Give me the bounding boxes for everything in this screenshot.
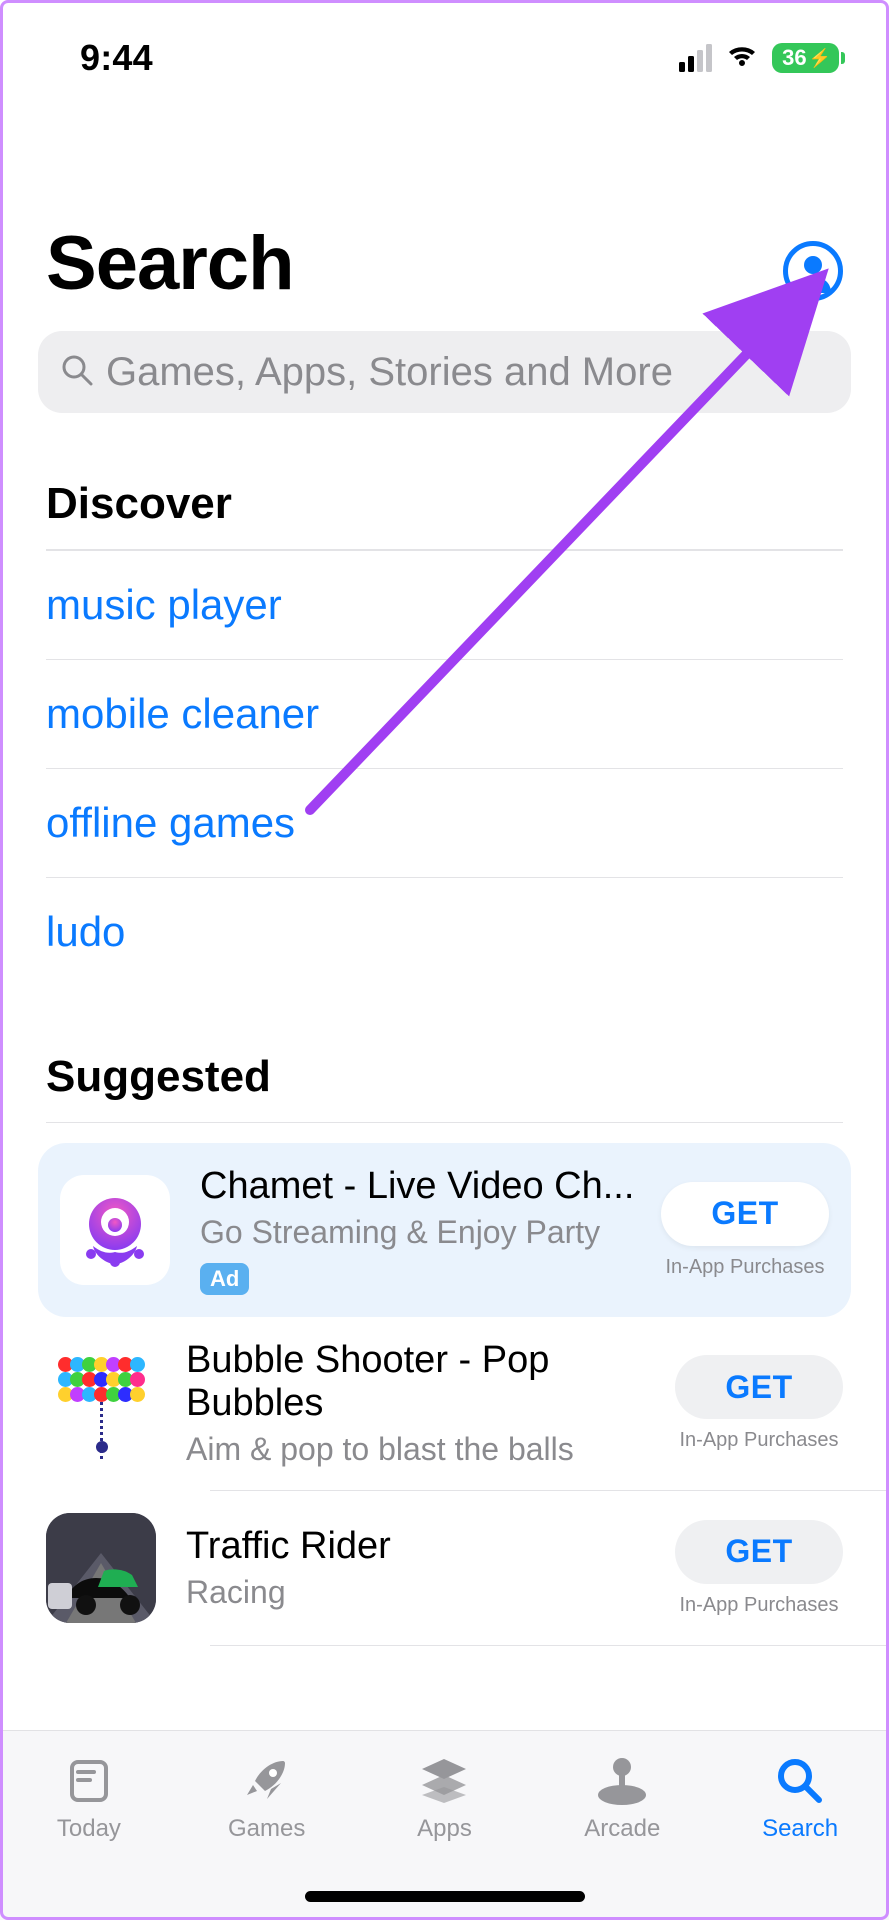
suggested-heading: Suggested [0,986,889,1122]
app-subtitle: Aim & pop to blast the balls [186,1431,655,1468]
tab-games[interactable]: Games [178,1753,356,1843]
get-button[interactable]: GET [661,1182,829,1246]
discover-item[interactable]: ludo [46,877,843,986]
discover-item[interactable]: music player [46,550,843,659]
apps-stack-icon [356,1753,534,1809]
home-indicator[interactable] [305,1891,585,1902]
cellular-signal-icon [679,44,712,72]
person-circle-icon [791,249,835,293]
arcade-joystick-icon [533,1753,711,1809]
account-button[interactable] [783,241,843,301]
ad-badge: Ad [200,1263,249,1295]
search-icon [60,353,94,392]
suggested-app-row[interactable]: Chamet - Live Video Ch... Go Streaming &… [38,1143,851,1317]
iap-label: In-App Purchases [661,1256,829,1279]
discover-heading: Discover [0,413,889,549]
discover-item[interactable]: mobile cleaner [46,659,843,768]
tab-label: Games [178,1815,356,1843]
tab-arcade[interactable]: Arcade [533,1753,711,1843]
rocket-icon [178,1753,356,1809]
status-time: 9:44 [40,37,153,79]
suggested-app-row[interactable]: Bubble Shooter - Pop Bubbles Aim & pop t… [0,1317,889,1490]
tab-label: Arcade [533,1815,711,1843]
status-bar: 9:44 36⚡ [0,0,889,90]
app-icon [46,1513,156,1623]
tab-today[interactable]: Today [0,1753,178,1843]
iap-label: In-App Purchases [675,1594,843,1617]
search-icon [711,1753,889,1809]
get-button[interactable]: GET [675,1355,843,1419]
battery-indicator: 36⚡ [772,43,839,73]
page-title: Search [46,220,294,307]
search-placeholder: Games, Apps, Stories and More [106,350,673,395]
tab-apps[interactable]: Apps [356,1753,534,1843]
tab-bar: Today Games Apps Arcade Search [0,1730,889,1920]
app-icon [46,1349,156,1459]
app-subtitle: Go Streaming & Enjoy Party [200,1214,641,1251]
app-icon [60,1175,170,1285]
tab-label: Search [711,1815,889,1843]
app-name: Traffic Rider [186,1525,655,1568]
app-name: Chamet - Live Video Ch... [200,1165,641,1208]
discover-item[interactable]: offline games [46,768,843,877]
app-subtitle: Racing [186,1574,655,1611]
suggested-app-row[interactable]: Traffic Rider Racing GET In-App Purchase… [0,1491,889,1645]
tab-label: Apps [356,1815,534,1843]
search-input[interactable]: Games, Apps, Stories and More [38,331,851,413]
wifi-icon [724,42,760,75]
tab-search[interactable]: Search [711,1753,889,1843]
get-button[interactable]: GET [675,1520,843,1584]
today-icon [0,1753,178,1809]
iap-label: In-App Purchases [675,1429,843,1452]
app-name: Bubble Shooter - Pop Bubbles [186,1339,655,1425]
tab-label: Today [0,1815,178,1843]
